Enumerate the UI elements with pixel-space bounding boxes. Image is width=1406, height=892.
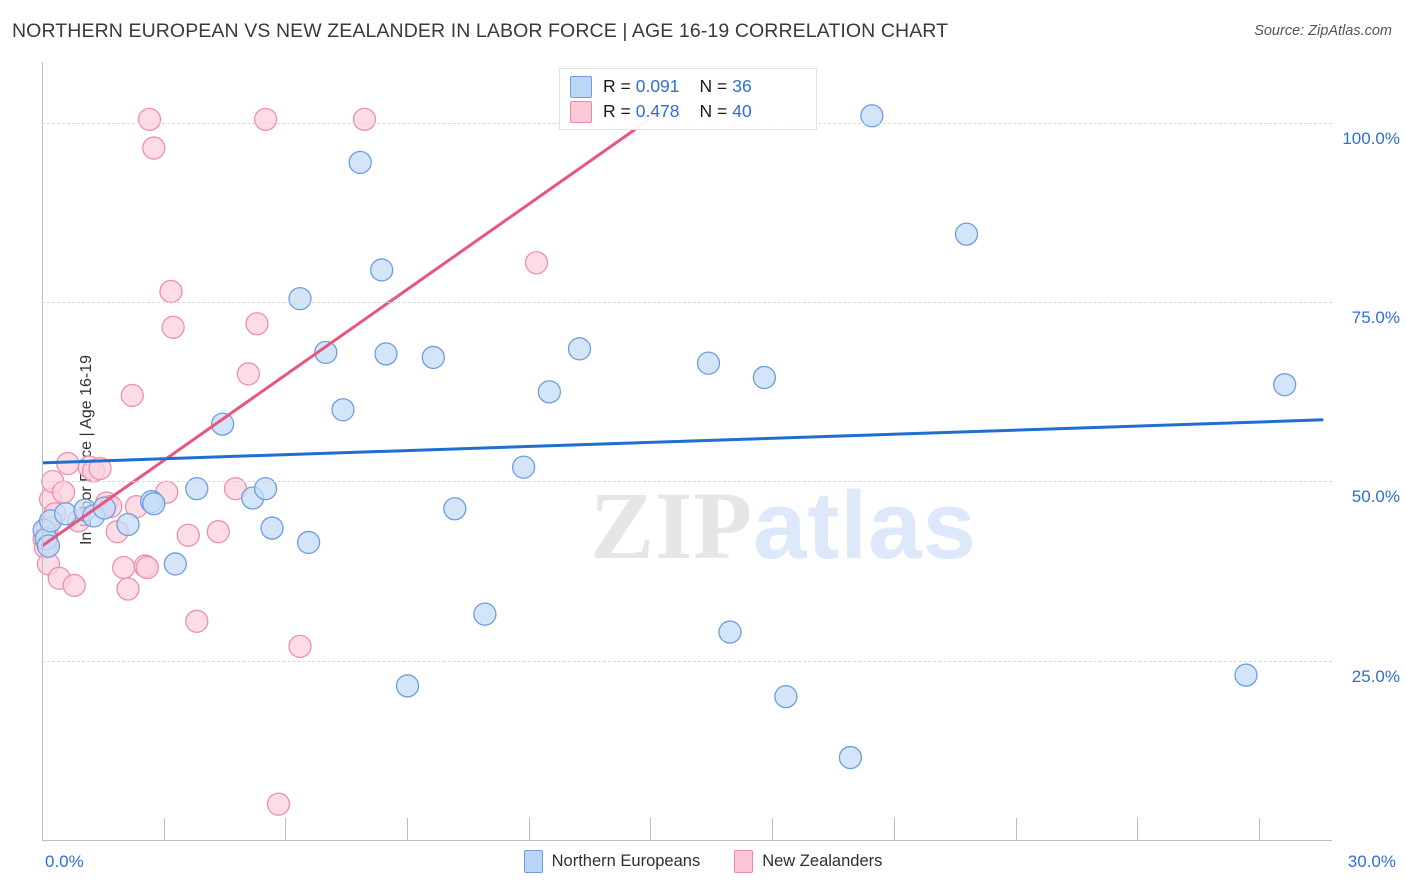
gridline-75 [42,302,1332,304]
data-point[interactable] [537,380,562,404]
stats-row-northern-europeans: R = 0.091 N = 36 [570,74,806,99]
data-point[interactable] [288,286,312,311]
source-attribution: Source: ZipAtlas.com [1254,23,1392,39]
x-axis-line [42,840,1332,841]
x-tick-5 [650,818,651,840]
data-point[interactable] [206,520,230,544]
stats-swatch-pink-icon [570,100,592,123]
trend-line [41,418,1324,465]
data-point[interactable] [116,512,140,537]
x-tick-10 [1259,818,1260,840]
stats-row-new-zealanders: R = 0.478 N = 40 [570,99,806,124]
data-point[interactable] [36,534,61,558]
data-point[interactable] [288,634,312,659]
data-point[interactable] [260,516,284,540]
y-axis-line [42,62,43,840]
y-tick-label-100: 100.0% [1342,128,1400,148]
data-point[interactable] [51,480,76,504]
series-legend: Northern Europeans New Zealanders [0,850,1406,873]
data-point[interactable] [511,455,536,479]
stats-r-label-blue: R = [603,76,631,96]
data-point[interactable] [161,315,185,339]
page-title: NORTHERN EUROPEAN VS NEW ZEALANDER IN LA… [12,20,949,42]
legend-label-northern-europeans: Northern Europeans [551,852,701,870]
x-tick-3 [407,818,408,840]
gridline-25 [42,660,1332,662]
data-point[interactable] [112,555,136,580]
x-tick-2 [285,818,286,840]
x-tick-1 [164,818,165,840]
stats-r-label-pink: R = [603,101,631,121]
data-point[interactable] [774,684,798,709]
stats-n-label-pink: N = [699,101,728,121]
data-point[interactable] [53,502,78,526]
legend-swatch-blue-icon [523,850,543,873]
x-tick-8 [1016,818,1017,840]
plot-area: ZIPatlas [32,62,1332,840]
data-point[interactable] [253,107,278,132]
data-point[interactable] [567,337,592,361]
data-point[interactable] [236,362,261,386]
data-point[interactable] [696,351,721,375]
data-point[interactable] [1234,663,1258,687]
data-point[interactable] [116,577,140,601]
data-point[interactable] [176,523,200,547]
stats-n-value-pink: 40 [732,101,752,121]
data-point[interactable] [352,107,377,132]
data-point[interactable] [348,150,372,175]
data-point[interactable] [395,674,420,698]
x-tick-4 [529,818,530,840]
data-point[interactable] [185,609,209,633]
y-tick-label-25: 25.0% [1351,666,1400,686]
data-point[interactable] [838,745,863,770]
data-point[interactable] [954,222,979,246]
stats-r-value-pink: 0.478 [635,101,680,121]
data-point[interactable] [62,573,86,598]
data-point[interactable] [752,365,777,390]
chart-root: NORTHERN EUROPEAN VS NEW ZEALANDER IN LA… [0,0,1406,892]
data-point[interactable] [163,552,187,576]
legend-item-new-zealanders[interactable]: New Zealanders [734,850,882,873]
correlation-stats-box: R = 0.091 N = 36 R = 0.478 N = 40 [559,68,817,130]
x-tick-6 [772,818,773,840]
stats-r-value-blue: 0.091 [635,76,680,96]
legend-item-northern-europeans[interactable]: Northern Europeans [523,850,701,873]
data-point[interactable] [718,620,742,644]
x-tick-7 [894,818,895,840]
data-point[interactable] [135,555,159,580]
stats-swatch-blue-icon [570,75,592,98]
data-point[interactable] [137,107,162,132]
stats-n-label-blue: N = [699,76,728,96]
data-point[interactable] [1273,373,1297,397]
legend-label-new-zealanders: New Zealanders [762,852,883,870]
data-point[interactable] [473,602,497,626]
data-point[interactable] [142,136,166,160]
data-point[interactable] [421,345,445,370]
data-point[interactable] [120,383,144,408]
data-point[interactable] [331,398,355,422]
data-point[interactable] [443,497,467,521]
stats-n-value-blue: 36 [732,76,752,96]
x-tick-9 [1137,818,1138,840]
gridline-50 [42,481,1332,483]
data-point[interactable] [296,530,321,555]
legend-swatch-pink-icon [734,850,754,873]
data-point[interactable] [245,312,269,336]
y-tick-label-75: 75.0% [1351,308,1400,328]
data-point[interactable] [370,258,394,282]
data-point[interactable] [374,342,398,366]
data-point[interactable] [524,251,549,275]
y-tick-label-50: 50.0% [1351,487,1400,507]
data-point[interactable] [266,792,291,816]
data-point[interactable] [159,279,183,304]
data-point[interactable] [142,492,166,516]
scatter-layer [32,103,1324,816]
